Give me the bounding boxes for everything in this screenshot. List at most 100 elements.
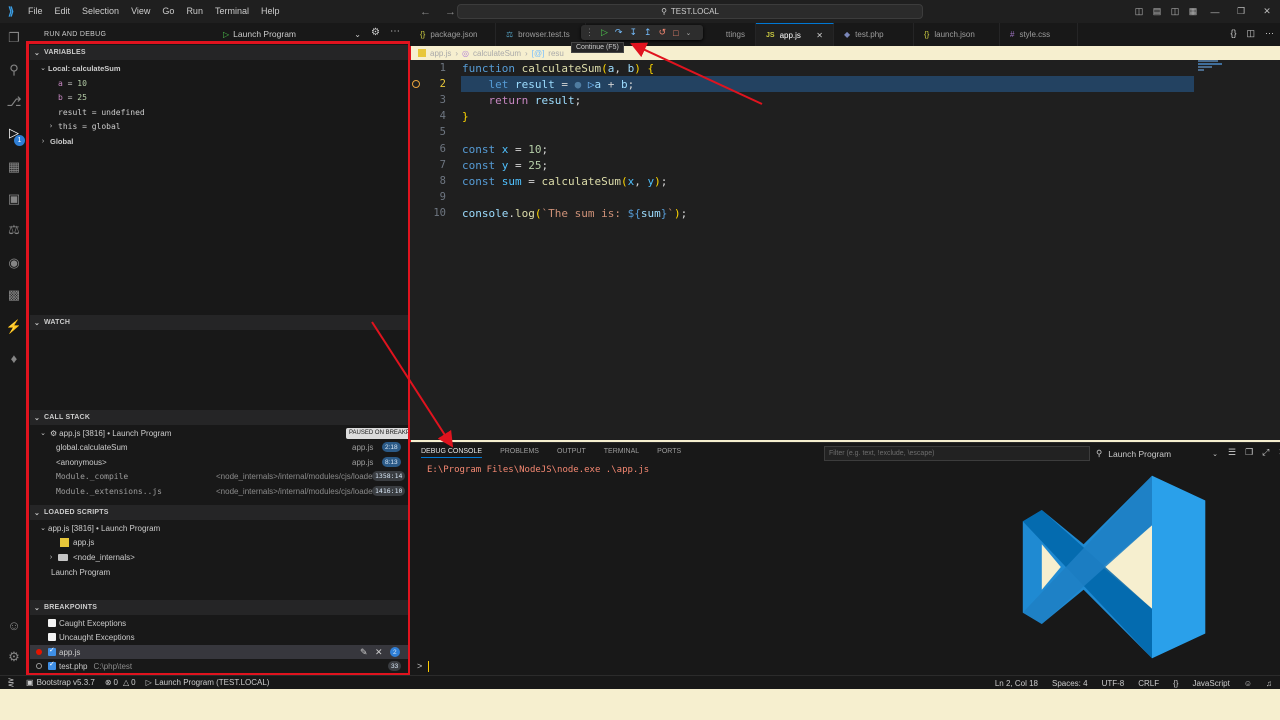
breakpoint-checkbox[interactable] [48, 646, 56, 656]
stack-frame[interactable]: Module._extensions..js <node_internals>/… [30, 484, 408, 498]
caught-exceptions-row[interactable]: Caught Exceptions [30, 616, 408, 630]
braces-icon[interactable]: {} [1173, 679, 1178, 688]
loaded-folder[interactable]: › <node_internals> [30, 550, 408, 564]
cursor-position[interactable]: Ln 2, Col 18 [995, 679, 1038, 688]
indentation[interactable]: Spaces: 4 [1052, 679, 1088, 688]
chevron-down-icon[interactable]: ⌄ [686, 29, 692, 37]
more-actions-icon[interactable]: ⋯ [390, 26, 400, 37]
language-mode[interactable]: JavaScript [1192, 679, 1229, 688]
breakpoint-row[interactable]: test.php C:\php\test 33 [30, 659, 408, 673]
tab-problems[interactable]: PROBLEMS [500, 448, 539, 458]
braces-icon[interactable]: {} [1230, 28, 1236, 39]
loaded-file[interactable]: app.js [30, 535, 408, 549]
menu-terminal[interactable]: Terminal [209, 0, 255, 23]
thunder-client-icon[interactable]: ⚡ [5, 318, 23, 336]
restore-button[interactable]: ❐ [1228, 6, 1254, 17]
stack-frame[interactable]: global.calculateSum app.js 2:18 [30, 440, 408, 454]
loaded-scripts-section-header[interactable]: ⌄ LOADED SCRIPTS [30, 505, 408, 520]
notifications-bell-icon[interactable]: ♫ [1266, 679, 1272, 688]
line-ending[interactable]: CRLF [1138, 679, 1159, 688]
warning-count[interactable]: 0 [131, 678, 135, 687]
breakpoint-row[interactable]: app.js ✎ ✕ 2 [30, 645, 408, 659]
more-actions-icon[interactable]: ⋯ [1265, 28, 1274, 39]
bootstrap-status[interactable]: Bootstrap v5.3.7 [37, 678, 95, 687]
breadcrumb-symbol[interactable]: calculateSum [473, 49, 521, 58]
python-icon[interactable]: ♦ [5, 349, 23, 367]
split-editor-icon[interactable]: ◫ [1246, 28, 1255, 39]
code-line[interactable]: 4 } [410, 108, 1280, 124]
stack-frame[interactable]: <anonymous> app.js 8:13 [30, 455, 408, 469]
remote-icon[interactable]: ⋛ [0, 678, 22, 687]
layout-secondary-icon[interactable]: ◫ [1166, 6, 1184, 17]
code-line[interactable]: 9 [410, 189, 1280, 205]
open-launch-json-gear-icon[interactable]: ⚙ [371, 27, 380, 38]
menu-file[interactable]: File [22, 0, 49, 23]
console-session-select[interactable]: ⚲ Launch Program ⌄ [1096, 446, 1222, 461]
tab-debug-console[interactable]: DEBUG CONSOLE [421, 448, 483, 458]
tab-ports[interactable]: PORTS [657, 448, 681, 458]
console-input-cursor[interactable] [428, 661, 429, 672]
variable-row[interactable]: a = 10 [30, 76, 408, 90]
code-editor[interactable]: 1 function calculateSum(a, b) { 2 let re… [410, 60, 1280, 440]
customize-layout-icon[interactable]: ▦ [1184, 6, 1202, 17]
terminal-icon[interactable]: ▩ [5, 286, 23, 304]
breakpoints-section-header[interactable]: ⌄ BREAKPOINTS [30, 600, 408, 615]
tab-app-js[interactable]: JS app.js ✕ [756, 23, 834, 46]
launch-config-select[interactable]: ▷ Launch Program ⌄ [223, 27, 363, 41]
loaded-program[interactable]: Launch Program [30, 565, 408, 579]
error-count[interactable]: 0 [114, 678, 118, 687]
menu-help[interactable]: Help [255, 0, 286, 23]
back-arrow-icon[interactable]: ← [420, 6, 431, 18]
call-stack-thread[interactable]: ⌄ ⚙ app.js [3816] • Launch Program PAUSE… [30, 426, 428, 440]
clear-console-icon[interactable]: ☰ [1228, 447, 1236, 458]
account-icon[interactable]: ☺ [5, 616, 23, 634]
breadcrumb-file[interactable]: app.js [430, 49, 451, 58]
code-line[interactable]: 1 function calculateSum(a, b) { [410, 60, 1280, 76]
maximize-panel-icon[interactable]: ⤢ [1262, 447, 1269, 458]
step-into-icon[interactable]: ↧ [629, 27, 637, 38]
tab-style-css[interactable]: # style.css [1000, 23, 1078, 46]
tab-output[interactable]: OUTPUT [557, 448, 586, 458]
remote-explorer-icon[interactable]: ▣ [5, 190, 23, 208]
forward-arrow-icon[interactable]: → [445, 6, 456, 18]
breadcrumb-variable[interactable]: resu [548, 49, 564, 58]
variable-row[interactable]: b = 25 [30, 90, 408, 104]
variable-row[interactable]: › this = global [30, 119, 408, 133]
close-window-button[interactable]: ✕ [1254, 6, 1280, 17]
start-debugging-icon[interactable]: ▷ [223, 30, 229, 39]
variable-row[interactable]: result = undefined [30, 105, 408, 119]
explorer-icon[interactable]: ❐ [5, 29, 23, 47]
search-icon[interactable]: ⚲ [5, 61, 23, 79]
layout-panel-icon[interactable]: ▤ [1148, 6, 1166, 17]
code-line[interactable]: 5 [410, 124, 1280, 140]
code-line[interactable]: 2 let result = ● ▷a + b; [410, 76, 1280, 92]
step-over-icon[interactable]: ↷ [615, 27, 623, 38]
uncaught-exceptions-checkbox[interactable] [48, 633, 56, 641]
copilot-icon[interactable]: ☺ [1244, 679, 1252, 688]
scope-global[interactable]: › Global [30, 134, 408, 148]
call-stack-section-header[interactable]: ⌄ CALL STACK [30, 410, 408, 425]
edit-pencil-icon[interactable]: ✎ [360, 647, 368, 658]
console-filter-input[interactable]: Filter (e.g. text, !exclude, \escape) [824, 446, 1090, 461]
tab-package-json[interactable]: {} package.json [410, 23, 496, 46]
scope-local[interactable]: ⌄ Local: calculateSum [30, 61, 408, 75]
menu-run[interactable]: Run [180, 0, 209, 23]
uncaught-exceptions-row[interactable]: Uncaught Exceptions [30, 630, 408, 644]
step-out-icon[interactable]: ↥ [644, 27, 652, 38]
code-line[interactable]: 3 return result; [410, 92, 1280, 108]
debug-launch-status[interactable]: Launch Program (TEST.LOCAL) [155, 678, 270, 687]
tab-terminal[interactable]: TERMINAL [604, 448, 639, 458]
menu-view[interactable]: View [125, 0, 156, 23]
tab-launch-json[interactable]: {} launch.json [914, 23, 1000, 46]
code-line[interactable]: 6 const x = 10; [410, 141, 1280, 157]
loaded-session[interactable]: ⌄ app.js [3816] • Launch Program [30, 521, 408, 535]
menu-go[interactable]: Go [156, 0, 180, 23]
stack-frame[interactable]: Module._compile <node_internals>/interna… [30, 469, 408, 483]
command-center-search[interactable]: ⚲ TEST.LOCAL [457, 4, 923, 19]
menu-selection[interactable]: Selection [76, 0, 125, 23]
code-line[interactable]: 8 const sum = calculateSum(x, y); [410, 173, 1280, 189]
code-line[interactable]: 7 const y = 25; [410, 157, 1280, 173]
drag-handle-icon[interactable]: ⋮ [585, 27, 594, 38]
code-line[interactable]: 10 console.log(`The sum is: ${sum}`); [410, 205, 1280, 221]
stop-icon[interactable]: □ [673, 28, 678, 38]
